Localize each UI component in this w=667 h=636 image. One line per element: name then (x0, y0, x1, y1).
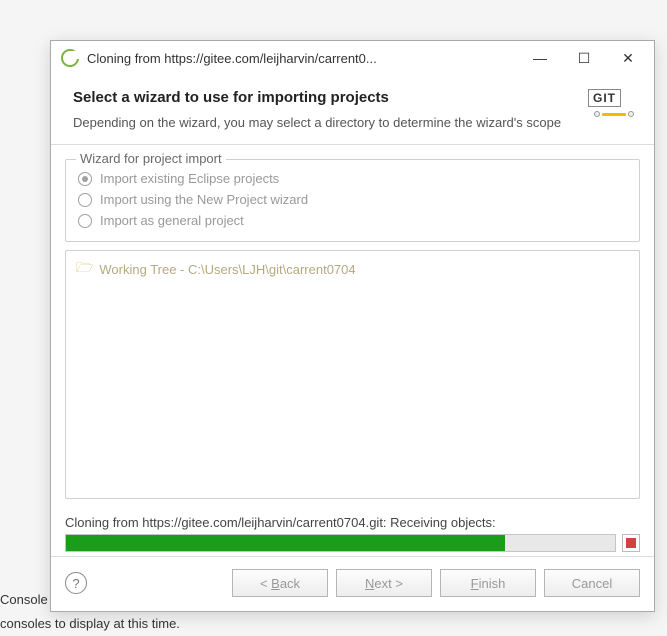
progress-row (65, 534, 640, 552)
radio-icon (78, 193, 92, 207)
radio-icon (78, 172, 92, 186)
eclipse-icon (61, 49, 79, 67)
maximize-button[interactable]: ☐ (562, 43, 606, 73)
back-button[interactable]: < Back (232, 569, 328, 597)
finish-button[interactable]: Finish (440, 569, 536, 597)
dialog-content: Wizard for project import Import existin… (51, 145, 654, 507)
status-area: Cloning from https://gitee.com/leijharvi… (51, 507, 654, 556)
stop-icon (626, 538, 636, 548)
git-badge: GIT (588, 89, 640, 127)
cancel-button[interactable]: Cancel (544, 569, 640, 597)
git-badge-text: GIT (588, 89, 621, 107)
wizard-group-label: Wizard for project import (76, 151, 226, 166)
status-text: Cloning from https://gitee.com/leijharvi… (65, 515, 640, 530)
next-button[interactable]: Next > (336, 569, 432, 597)
close-button[interactable]: ✕ (606, 43, 650, 73)
radio-label: Import as general project (100, 213, 244, 228)
wizard-group: Wizard for project import Import existin… (65, 159, 640, 242)
minimize-button[interactable]: — (518, 43, 562, 73)
radio-import-general[interactable]: Import as general project (78, 210, 627, 231)
import-dialog: Cloning from https://gitee.com/leijharvi… (50, 40, 655, 612)
window-title: Cloning from https://gitee.com/leijharvi… (87, 51, 518, 66)
dialog-footer: ? < Back Next > Finish Cancel (51, 557, 654, 611)
background-console-text: consoles to display at this time. (0, 616, 180, 631)
progress-fill (66, 535, 505, 551)
page-title: Select a wizard to use for importing pro… (73, 89, 636, 106)
radio-icon (78, 214, 92, 228)
working-tree-list[interactable]: 🗁 Working Tree - C:\Users\LJH\git\carren… (65, 250, 640, 499)
tree-item[interactable]: 🗁 Working Tree - C:\Users\LJH\git\carren… (76, 257, 629, 281)
tree-item-label: Working Tree - C:\Users\LJH\git\carrent0… (99, 262, 355, 277)
radio-import-existing[interactable]: Import existing Eclipse projects (78, 168, 627, 189)
radio-label: Import using the New Project wizard (100, 192, 308, 207)
radio-label: Import existing Eclipse projects (100, 171, 279, 186)
progress-bar (65, 534, 616, 552)
titlebar: Cloning from https://gitee.com/leijharvi… (51, 41, 654, 75)
background-console-label: Console (0, 592, 48, 607)
page-description: Depending on the wizard, you may select … (73, 114, 636, 132)
folder-icon: 🗁 (76, 257, 93, 281)
dialog-header: Select a wizard to use for importing pro… (51, 75, 654, 144)
stop-button[interactable] (622, 534, 640, 552)
radio-import-new-project[interactable]: Import using the New Project wizard (78, 189, 627, 210)
help-button[interactable]: ? (65, 572, 87, 594)
